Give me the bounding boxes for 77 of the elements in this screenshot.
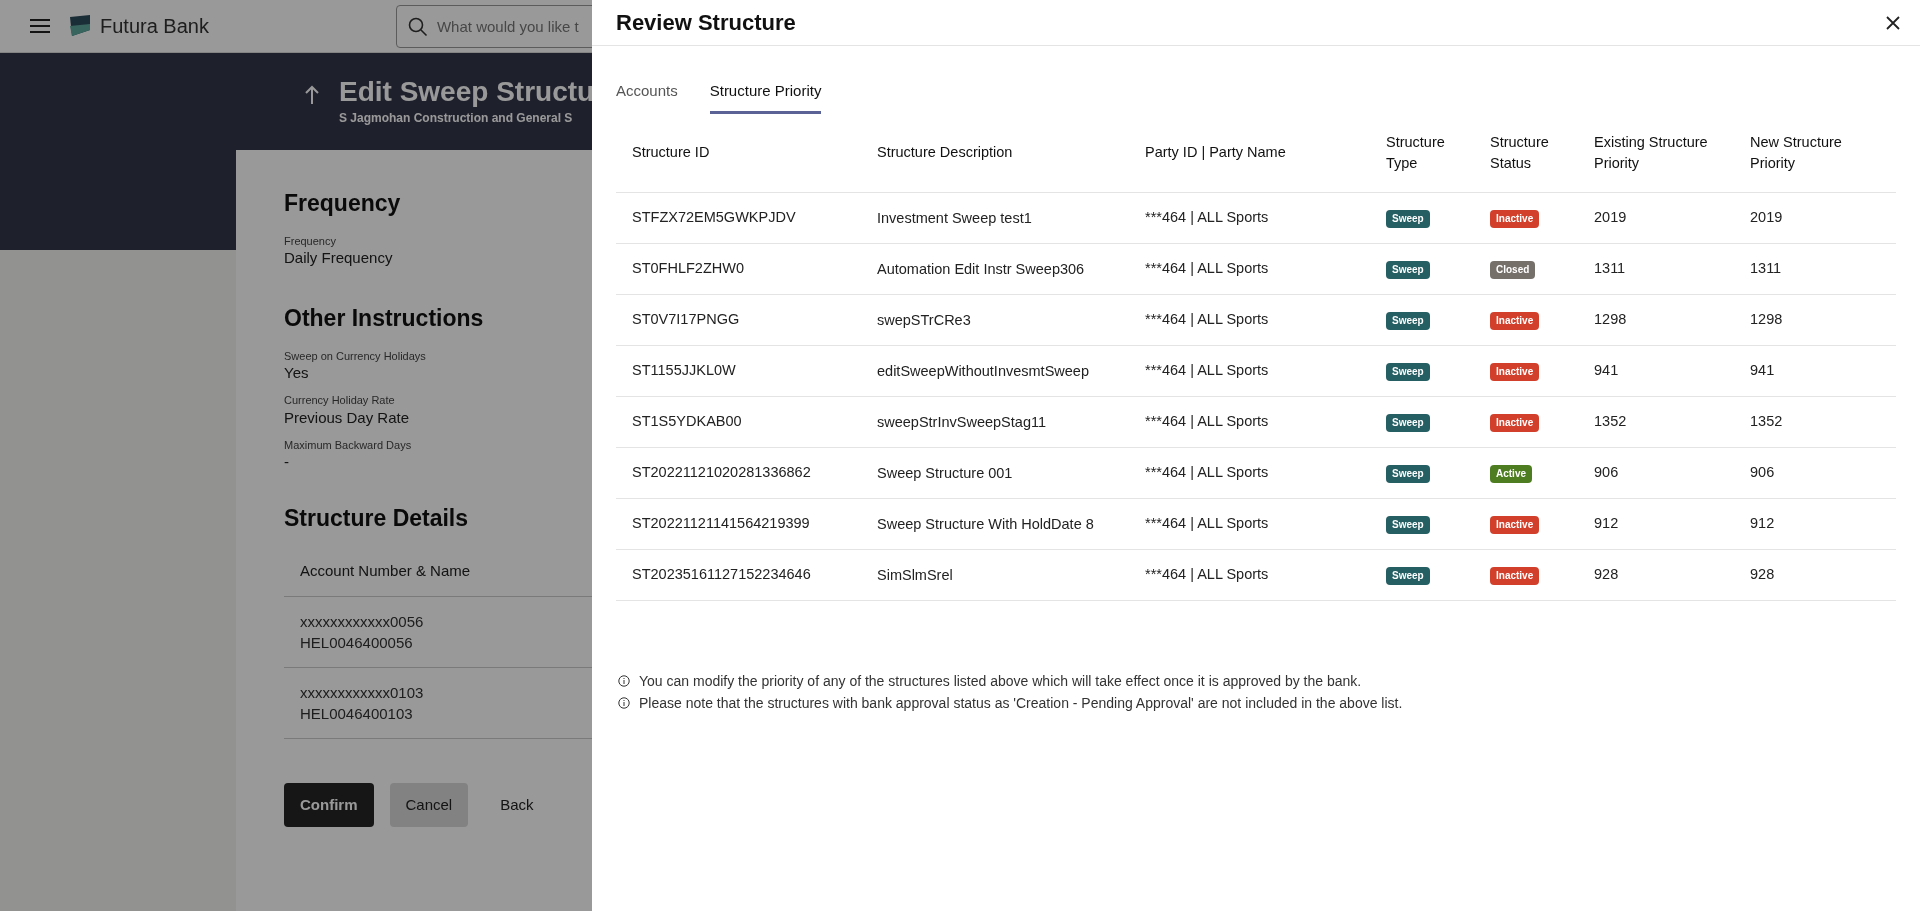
table-cell-text: SimSlmSrel [876,565,954,585]
table-cell-text: ***464 | ALL Sports [1144,411,1270,431]
column-header: Existing Structure Priority [1593,132,1709,173]
field-label: Frequency [284,233,336,249]
table-cell-text: ***464 | ALL Sports [1144,309,1270,329]
table-cell-text: ***464 | ALL Sports [1144,564,1270,584]
table-cell-text: 1311 [1749,258,1783,278]
status-badge: Sweep [1386,515,1430,534]
status-badge: Sweep [1386,362,1430,381]
table-cell-text: ST0V7I17PNGG [631,309,741,329]
brand-name: Futura Bank [100,14,209,39]
table-cell-text: ***464 | ALL Sports [1144,207,1270,227]
table-cell-text: STFZX72EM5GWKPJDV [631,207,797,227]
field-value: Previous Day Rate [284,408,410,427]
field-value: - [284,453,289,471]
table-cell-text: sweepStrInvSweepStag11 [876,412,1047,432]
status-badge: Sweep [1386,311,1430,330]
column-header: Structure Description [876,143,1014,162]
section-heading: Frequency [284,189,401,218]
field-label: Sweep on Currency Holidays [284,348,426,364]
page-subtitle: S Jagmohan Construction and General S [339,110,574,127]
column-header: Structure Type [1385,132,1446,173]
table-cell-text: 1298 [1749,309,1784,329]
table-cell-text: Sweep Structure 001 [876,463,1014,483]
column-header: Structure Status [1489,132,1550,173]
status-badge: Inactive [1490,311,1540,330]
field-label: Currency Holiday Rate [284,393,395,408]
table-cell-text: 906 [1749,462,1776,482]
table-cell-text: 1352 [1593,411,1628,431]
status-badge: Sweep [1386,209,1430,228]
status-badge: Inactive [1490,566,1540,585]
status-badge: Closed [1490,260,1536,279]
table-cell-text: 1352 [1749,411,1784,431]
column-header: Party ID | Party Name [1144,143,1287,162]
table-cell-text: 912 [1749,513,1776,533]
status-badge: Sweep [1386,260,1430,279]
status-badge: Sweep [1386,413,1430,432]
table-cell-text: 912 [1593,513,1620,533]
table-cell-text: 928 [1749,564,1776,584]
table-cell-text: swepSTrCRe3 [876,310,972,330]
status-badge: Inactive [1490,413,1540,432]
table-cell-text: 2019 [1593,207,1628,227]
column-header: Structure ID [631,143,711,162]
table-cell-text: ST1S5YDKAB00 [631,411,743,431]
status-badge: Inactive [1490,209,1540,228]
page-title: Edit Sweep Structu [339,75,595,109]
table-cell-text: 941 [1749,360,1776,380]
status-badge: Sweep [1386,464,1430,483]
status-badge: Inactive [1490,362,1540,381]
table-cell-text: ST20221121020281336862 [631,462,812,482]
table-cell-text: ST0FHLF2ZHW0 [631,258,745,278]
status-badge: Sweep [1386,566,1430,585]
section-heading: Other Instructions [284,304,484,333]
table-cell-text: ***464 | ALL Sports [1144,258,1270,278]
field-label: Maximum Backward Days [284,437,412,453]
status-badge: Inactive [1490,515,1540,534]
status-badge: Active [1490,464,1532,483]
table-cell-text: Sweep Structure With HoldDate 8 [876,514,1095,534]
field-value: Yes [284,364,309,382]
field-value: Daily Frequency [284,249,393,267]
table-cell-text: 928 [1593,564,1620,584]
table-cell-text: ***464 | ALL Sports [1144,513,1270,533]
table-cell-text: 941 [1593,360,1620,380]
table-cell-text: 906 [1593,462,1620,482]
table-cell-text: 2019 [1749,207,1784,227]
table-cell-text: 1311 [1593,258,1627,278]
table-cell-text: ***464 | ALL Sports [1144,360,1270,380]
panel-title: Review Structure [616,9,796,37]
section-heading: Structure Details [284,504,469,533]
table-cell-text: ST20221121141564219399 [631,513,811,533]
column-header: New Structure Priority [1749,132,1843,173]
table-cell-text: Automation Edit Instr Sweep306 [876,259,1086,279]
table-cell-text: editSweepWithoutInvesmtSweep [876,361,1090,381]
table-cell-text: ST1155JJKL0W [631,360,737,380]
table-cell-text: ***464 | ALL Sports [1144,462,1270,482]
table-cell-text: 1298 [1593,309,1628,329]
table-cell-text: Investment Sweep test1 [876,208,1033,228]
